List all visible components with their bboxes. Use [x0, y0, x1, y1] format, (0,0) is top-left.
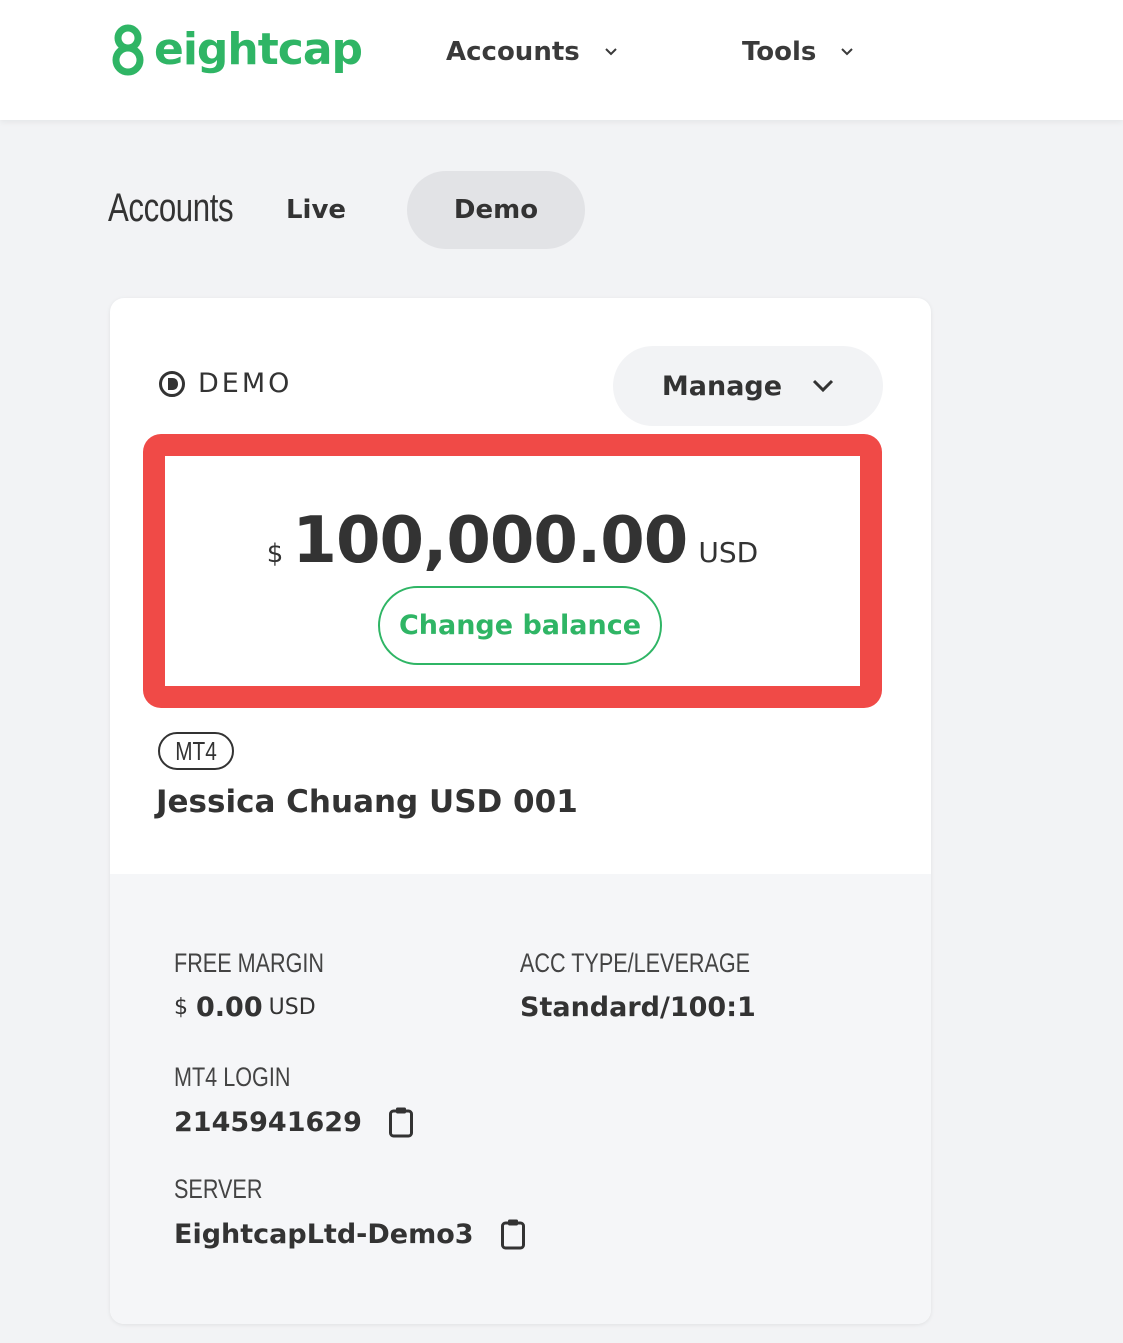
mt4-login-value: 2145941629: [174, 1106, 414, 1138]
clipboard-icon[interactable]: [388, 1106, 414, 1138]
nav-tools[interactable]: Tools: [742, 30, 854, 74]
balance-unit: USD: [698, 536, 759, 569]
clipboard-icon[interactable]: [500, 1218, 526, 1250]
acc-type-value: Standard/100:1: [520, 992, 756, 1023]
free-margin-amount: 0.00: [196, 992, 263, 1023]
chevron-down-icon: [841, 48, 854, 56]
demo-play-icon: [159, 370, 185, 397]
nav-accounts[interactable]: Accounts: [446, 30, 618, 74]
manage-label: Manage: [661, 370, 783, 402]
top-header: eightcap Accounts Tools: [0, 0, 1123, 120]
free-margin-symbol: $: [174, 995, 188, 1020]
mt4-login-label: MT4 LOGIN: [174, 1062, 291, 1092]
free-margin-label: FREE MARGIN: [174, 948, 325, 978]
platform-badge: MT4: [158, 732, 234, 770]
account-card: DEMO Manage $ 100,000.00 USD Change bala…: [110, 298, 931, 1324]
manage-button[interactable]: Manage: [613, 346, 883, 426]
chevron-down-icon: [813, 379, 834, 393]
page-title: Accounts: [108, 186, 234, 230]
balance-amount: 100,000.00: [292, 504, 688, 578]
server-label: SERVER: [174, 1174, 263, 1204]
balance-display: $ 100,000.00 USD: [165, 504, 860, 578]
eightcap-logo[interactable]: eightcap: [108, 22, 363, 78]
acc-type-label: ACC TYPE/LEVERAGE: [520, 948, 751, 978]
tab-live[interactable]: Live: [262, 171, 370, 249]
account-details: FREE MARGIN $ 0.00 USD ACC TYPE/LEVERAGE…: [110, 874, 931, 1324]
server-value: EightcapLtd-Demo3: [174, 1218, 526, 1250]
platform-badge-text: MT4: [175, 735, 217, 766]
chevron-down-icon: [605, 48, 617, 56]
logo-text: eightcap: [154, 24, 363, 75]
nav-tools-label: Tools: [742, 37, 817, 67]
server-name: EightcapLtd-Demo3: [174, 1218, 474, 1250]
balance-highlight-box: $ 100,000.00 USD Change balance: [143, 434, 882, 708]
tab-demo[interactable]: Demo: [407, 171, 585, 249]
eightcap-logo-icon: [112, 24, 144, 76]
free-margin-unit: USD: [268, 995, 316, 1020]
change-balance-button[interactable]: Change balance: [378, 586, 662, 665]
account-type-text: DEMO: [198, 368, 293, 399]
free-margin-value: $ 0.00 USD: [174, 992, 316, 1023]
nav-accounts-label: Accounts: [446, 37, 580, 67]
account-type-label: DEMO: [158, 368, 292, 399]
account-name: Jessica Chuang USD 001: [156, 784, 578, 820]
balance-currency-symbol: $: [266, 539, 284, 569]
mt4-login-number: 2145941629: [174, 1106, 362, 1138]
